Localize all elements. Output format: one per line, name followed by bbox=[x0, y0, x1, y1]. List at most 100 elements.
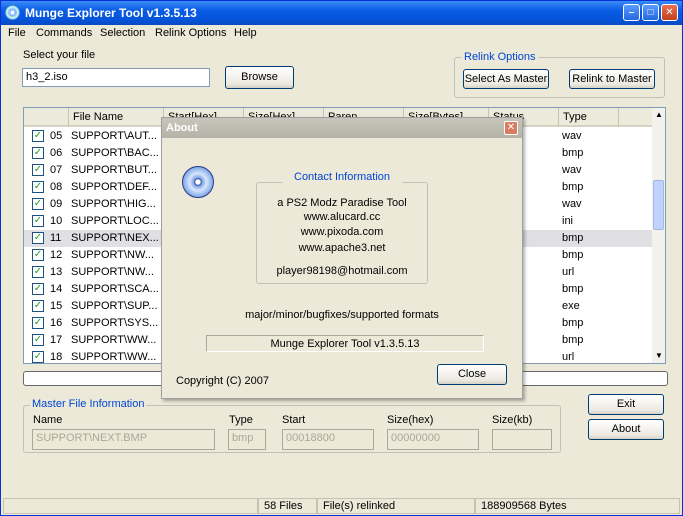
master-type-field: bmp bbox=[228, 429, 266, 450]
row-file-name: SUPPORT\SYS... bbox=[71, 317, 159, 329]
row-checkbox[interactable]: ✓ bbox=[32, 164, 44, 176]
row-checkbox[interactable]: ✓ bbox=[32, 130, 44, 142]
row-type: wav bbox=[562, 198, 582, 210]
contact-info-title: Contact Information bbox=[282, 171, 402, 183]
row-checkbox[interactable]: ✓ bbox=[32, 266, 44, 278]
menu-file[interactable]: File bbox=[8, 27, 26, 39]
column-header-type[interactable]: Type bbox=[559, 108, 619, 127]
row-file-name: SUPPORT\NEX... bbox=[71, 232, 159, 244]
row-type: bmp bbox=[562, 317, 584, 329]
close-icon[interactable]: ✕ bbox=[661, 4, 678, 21]
row-type: bmp bbox=[562, 232, 584, 244]
row-number: 17 bbox=[50, 334, 63, 346]
row-type: wav bbox=[562, 130, 582, 142]
row-type: ini bbox=[562, 215, 574, 227]
about-email[interactable]: player98198@hotmail.com bbox=[256, 265, 428, 277]
row-number: 10 bbox=[50, 215, 63, 227]
about-close-icon[interactable]: ✕ bbox=[504, 121, 518, 135]
status-relinked: File(s) relinked bbox=[317, 498, 475, 514]
about-site-alucard[interactable]: www.alucard.cc bbox=[256, 211, 428, 223]
version-format-label: major/minor/bugfixes/supported formats bbox=[245, 309, 439, 321]
status-file-count: 58 Files bbox=[258, 498, 317, 514]
row-checkbox[interactable]: ✓ bbox=[32, 317, 44, 329]
row-checkbox[interactable]: ✓ bbox=[32, 334, 44, 346]
menu-bar: File Commands Selection Relink Options H… bbox=[1, 25, 682, 43]
minimize-icon[interactable]: – bbox=[623, 4, 640, 21]
about-dialog: About ✕ Contact Information a PS2 Modz P… bbox=[161, 117, 523, 399]
row-number: 13 bbox=[50, 266, 63, 278]
about-site-pixoda[interactable]: www.pixoda.com bbox=[256, 226, 428, 238]
row-checkbox[interactable]: ✓ bbox=[32, 351, 44, 363]
row-type: bmp bbox=[562, 181, 584, 193]
window-title: Munge Explorer Tool v1.3.5.13 bbox=[25, 6, 197, 20]
status-bar: 58 Files File(s) relinked 188909568 Byte… bbox=[1, 497, 682, 515]
row-file-name: SUPPORT\SCA... bbox=[71, 283, 159, 295]
row-checkbox[interactable]: ✓ bbox=[32, 147, 44, 159]
row-file-name: SUPPORT\DEF... bbox=[71, 181, 157, 193]
master-sizehex-field: 00000000 bbox=[387, 429, 479, 450]
relink-options-title: Relink Options bbox=[462, 51, 538, 63]
row-number: 12 bbox=[50, 249, 63, 261]
main-window: Munge Explorer Tool v1.3.5.13 – □ ✕ File… bbox=[0, 0, 683, 516]
row-number: 14 bbox=[50, 283, 63, 295]
select-as-master-button[interactable]: Select As Master bbox=[463, 69, 549, 89]
about-title: About bbox=[166, 122, 198, 134]
menu-commands[interactable]: Commands bbox=[36, 27, 92, 39]
row-type: bmp bbox=[562, 249, 584, 261]
master-sizehex-label: Size(hex) bbox=[387, 414, 434, 426]
about-close-button[interactable]: Close bbox=[437, 364, 507, 385]
version-box: Munge Explorer Tool v1.3.5.13 bbox=[206, 335, 484, 352]
row-type: bmp bbox=[562, 334, 584, 346]
master-sizekb-label: Size(kb) bbox=[492, 414, 533, 426]
file-path-input[interactable]: h3_2.iso bbox=[22, 68, 210, 87]
scroll-up-icon[interactable]: ▲ bbox=[655, 110, 663, 119]
relink-to-master-button[interactable]: Relink to Master bbox=[569, 69, 655, 89]
row-type: url bbox=[562, 266, 575, 278]
title-bar[interactable]: Munge Explorer Tool v1.3.5.13 – □ ✕ bbox=[1, 1, 682, 25]
row-checkbox[interactable]: ✓ bbox=[32, 215, 44, 227]
about-title-bar[interactable]: About ✕ bbox=[162, 118, 522, 138]
about-button[interactable]: About bbox=[588, 419, 664, 440]
row-number: 08 bbox=[50, 181, 63, 193]
row-number: 05 bbox=[50, 130, 63, 142]
select-file-label: Select your file bbox=[23, 49, 96, 61]
menu-selection[interactable]: Selection bbox=[100, 27, 145, 39]
row-checkbox[interactable]: ✓ bbox=[32, 232, 44, 244]
row-file-name: SUPPORT\HIG... bbox=[71, 198, 156, 210]
status-pane-empty bbox=[3, 498, 258, 514]
row-number: 06 bbox=[50, 147, 63, 159]
master-type-label: Type bbox=[229, 414, 253, 426]
row-type: wav bbox=[562, 164, 582, 176]
row-checkbox[interactable]: ✓ bbox=[32, 300, 44, 312]
master-start-label: Start bbox=[282, 414, 306, 426]
master-file-title: Master File Information bbox=[30, 398, 147, 410]
browse-button[interactable]: Browse bbox=[225, 66, 294, 89]
copyright-text: Copyright (C) 2007 bbox=[176, 375, 269, 387]
row-file-name: SUPPORT\AUT... bbox=[71, 130, 157, 142]
row-checkbox[interactable]: ✓ bbox=[32, 181, 44, 193]
row-checkbox[interactable]: ✓ bbox=[32, 283, 44, 295]
scroll-thumb[interactable] bbox=[653, 180, 664, 230]
row-number: 07 bbox=[50, 164, 63, 176]
column-header-blank[interactable] bbox=[24, 108, 69, 127]
maximize-icon[interactable]: □ bbox=[642, 4, 659, 21]
list-scrollbar[interactable]: ▲ ▼ bbox=[652, 108, 665, 363]
menu-help[interactable]: Help bbox=[234, 27, 257, 39]
scroll-down-icon[interactable]: ▼ bbox=[655, 351, 663, 360]
row-file-name: SUPPORT\NW... bbox=[71, 249, 154, 261]
row-checkbox[interactable]: ✓ bbox=[32, 249, 44, 261]
row-file-name: SUPPORT\WW... bbox=[71, 351, 157, 363]
master-start-field: 00018800 bbox=[282, 429, 374, 450]
row-file-name: SUPPORT\BUT... bbox=[71, 164, 157, 176]
master-sizekb-field bbox=[492, 429, 552, 450]
row-number: 16 bbox=[50, 317, 63, 329]
exit-button[interactable]: Exit bbox=[588, 394, 664, 415]
column-header-file-name[interactable]: File Name bbox=[69, 108, 164, 127]
about-tool-line: a PS2 Modz Paradise Tool bbox=[277, 197, 407, 209]
row-file-name: SUPPORT\SUP... bbox=[71, 300, 158, 312]
about-site-apache3[interactable]: www.apache3.net bbox=[256, 242, 428, 254]
row-checkbox[interactable]: ✓ bbox=[32, 198, 44, 210]
menu-relink-options[interactable]: Relink Options bbox=[155, 27, 227, 39]
row-type: bmp bbox=[562, 283, 584, 295]
row-file-name: SUPPORT\NW... bbox=[71, 266, 154, 278]
